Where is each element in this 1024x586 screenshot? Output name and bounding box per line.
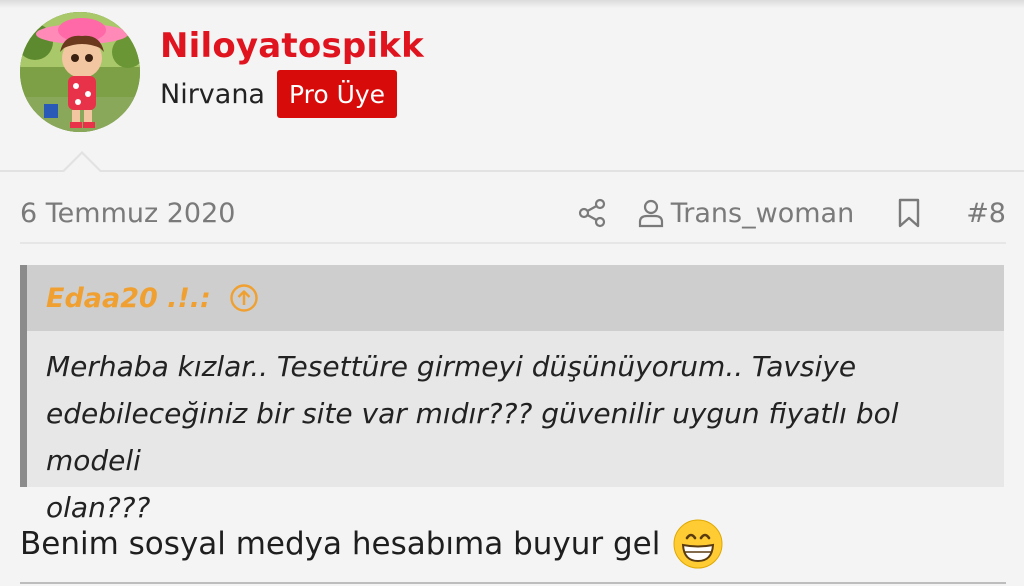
post-text: Benim sosyal medya hesabıma buyur gel	[20, 526, 661, 562]
avatar-image	[20, 12, 140, 132]
quote-line: edebileceğiniz bir site var mıdır??? güv…	[46, 397, 899, 477]
quote-content: Merhaba kızlar.. Tesettüre girmeyi düşün…	[27, 331, 1004, 531]
meta-divider	[20, 242, 1006, 244]
quote-line: Merhaba kızlar.. Tesettüre girmeyi düşün…	[46, 350, 857, 383]
post-body: Benim sosyal medya hesabıma buyur gel	[20, 518, 724, 570]
user-block: Niloyatospikk Nirvana Pro Üye	[20, 10, 1024, 172]
user-title-row: Nirvana Pro Üye	[160, 70, 398, 118]
arrow-up-circle-icon[interactable]	[229, 283, 259, 313]
post-meta: 6 Temmuz 2020 Trans_woman #8	[20, 188, 1006, 238]
divider-arrow-inner	[64, 154, 100, 172]
quote-header: Edaa20 .!.:	[27, 265, 1004, 331]
message-divider	[0, 170, 1024, 172]
post-date[interactable]: 6 Temmuz 2020	[20, 198, 235, 229]
quote-author[interactable]: Edaa20 .!.:	[46, 283, 211, 314]
user-title: Nirvana	[160, 78, 265, 110]
top-shadow	[0, 0, 1024, 8]
post-number-link[interactable]: #8	[966, 198, 1006, 229]
grinning-face-icon	[673, 519, 723, 569]
post-footer-divider	[20, 582, 1006, 584]
bookmark-icon[interactable]	[896, 197, 922, 229]
role-badge: Pro Üye	[276, 70, 398, 118]
share-icon[interactable]	[577, 198, 607, 228]
username-link[interactable]: Niloyatospikk	[160, 26, 424, 66]
avatar[interactable]	[20, 12, 140, 132]
quote-block: Edaa20 .!.: Merhaba kızlar.. Tesettüre g…	[20, 265, 1004, 524]
user-icon	[638, 199, 663, 228]
reply-user-link[interactable]: Trans_woman	[671, 198, 854, 229]
post-actions: Trans_woman #8	[577, 197, 1006, 229]
